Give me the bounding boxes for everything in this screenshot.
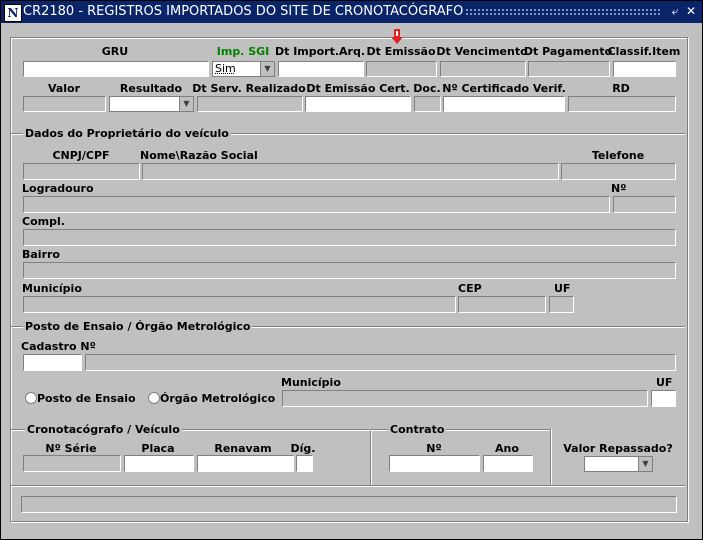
valor-repassado-select[interactable]: ▼ [584,456,653,472]
cadastro-nome-field[interactable] [85,354,676,371]
label-dig: Díg. [290,442,316,455]
radio-orgao-metrologico[interactable] [148,392,160,404]
label-placa: Placa [141,442,175,455]
main-window: N CR2180 - REGISTROS IMPORTADOS DO SITE … [0,0,703,540]
num-serie-field[interactable] [23,455,121,472]
renavam-input[interactable] [197,455,294,472]
label-cadastro: Cadastro Nº [21,340,96,353]
doc-field[interactable] [414,96,441,112]
num-certificado-input[interactable] [443,96,565,112]
dt-pagamento-field[interactable] [528,61,610,77]
close-icon[interactable]: ✕ [684,4,698,19]
label-numero: Nº [611,182,627,195]
compl-field[interactable] [23,229,676,246]
label-num-serie: Nº Série [45,442,97,455]
municipio-field[interactable] [23,296,456,313]
dt-emissao-cert-input[interactable] [305,96,411,112]
nome-field[interactable] [142,163,559,180]
cadastro-input[interactable] [23,354,82,371]
label-cnpj: CNPJ/CPF [52,149,110,162]
imp-sgi-value: Sim [215,62,236,75]
posto-uf-input[interactable] [651,390,676,407]
error-marker-icon [391,29,403,44]
logradouro-field[interactable] [23,196,610,213]
dt-serv-realizado-field[interactable] [197,96,303,112]
label-telefone: Telefone [591,149,645,162]
radio-posto-ensaio-label[interactable]: Posto de Ensaio [37,392,136,405]
chevron-down-icon[interactable]: ▼ [638,457,652,471]
divider [550,429,552,485]
posto-municipio-field[interactable] [282,390,648,407]
label-bairro: Bairro [22,248,60,261]
rd-field[interactable] [568,96,676,112]
chevron-down-icon[interactable]: ▼ [260,62,274,76]
section-proprietario: Dados do Proprietário do veículo [23,127,231,140]
label-municipio: Município [22,282,82,295]
radio-orgao-metrologico-label[interactable]: Órgão Metrológico [160,392,275,405]
contrato-num-input[interactable] [389,455,480,472]
label-rd: RD [612,82,630,95]
label-uf: UF [554,282,571,295]
numero-field[interactable] [613,196,676,213]
dig-input[interactable] [296,455,313,472]
message-bar [21,496,677,513]
gru-input[interactable] [23,61,209,77]
divider [370,429,372,485]
chevron-down-icon[interactable]: ▼ [179,97,193,111]
label-num-certificado: Nº Certificado Verif. [442,82,566,95]
imp-sgi-select[interactable]: Sim ▼ [212,61,275,77]
title-grip [465,8,661,16]
uf-field[interactable] [549,296,574,313]
label-compl: Compl. [22,215,65,228]
label-contrato-num: Nº [426,442,442,455]
cep-field[interactable] [458,296,546,313]
valor-field[interactable] [23,96,106,112]
label-dt-serv-realizado: Dt Serv. Realizado [192,82,306,95]
label-dt-vencimento: Dt Vencimento [436,45,528,58]
title-bar[interactable]: N CR2180 - REGISTROS IMPORTADOS DO SITE … [1,1,702,23]
section-crono: Cronotacógrafo / Veículo [25,423,182,436]
label-classif-item: Classif.Item [607,45,681,58]
classif-item-input[interactable] [613,61,676,77]
label-doc: Doc. [413,82,441,95]
label-posto-uf: UF [656,376,673,389]
label-dt-emissao-cert: Dt Emissão Cert. [306,82,410,95]
telefone-field[interactable] [561,163,676,180]
restore-icon[interactable]: ⤶ [668,4,682,19]
label-dt-emissao: Dt Emissão [366,45,436,58]
window-title: CR2180 - REGISTROS IMPORTADOS DO SITE DE… [23,4,464,19]
divider [11,485,685,487]
label-logradouro: Logradouro [22,182,94,195]
radio-posto-ensaio[interactable] [25,392,37,404]
bairro-field[interactable] [23,262,676,279]
app-icon: N [4,4,22,22]
label-gru: GRU [101,45,129,58]
label-valor-repassado: Valor Repassado? [563,442,673,455]
label-posto-municipio: Município [281,376,341,389]
contrato-ano-input[interactable] [483,455,533,472]
section-contrato: Contrato [388,423,447,436]
label-cep: CEP [458,282,482,295]
label-dt-pagamento: Dt Pagamento [523,45,613,58]
label-contrato-ano: Ano [495,442,519,455]
label-resultado: Resultado [119,82,183,95]
cnpj-field[interactable] [23,163,140,180]
section-posto: Posto de Ensaio / Órgão Metrológico [23,320,253,333]
dt-emissao-field[interactable] [366,61,437,77]
dt-import-arq-input[interactable] [278,61,364,77]
resultado-select[interactable]: ▼ [109,96,194,112]
dt-vencimento-field[interactable] [440,61,526,77]
label-nome: Nome\Razão Social [140,149,258,162]
label-valor: Valor [47,82,81,95]
label-imp-sgi: Imp. SGI [216,45,270,58]
label-dt-import-arq: Dt Import.Arq. [274,45,366,58]
placa-input[interactable] [124,455,194,472]
label-renavam: Renavam [214,442,272,455]
